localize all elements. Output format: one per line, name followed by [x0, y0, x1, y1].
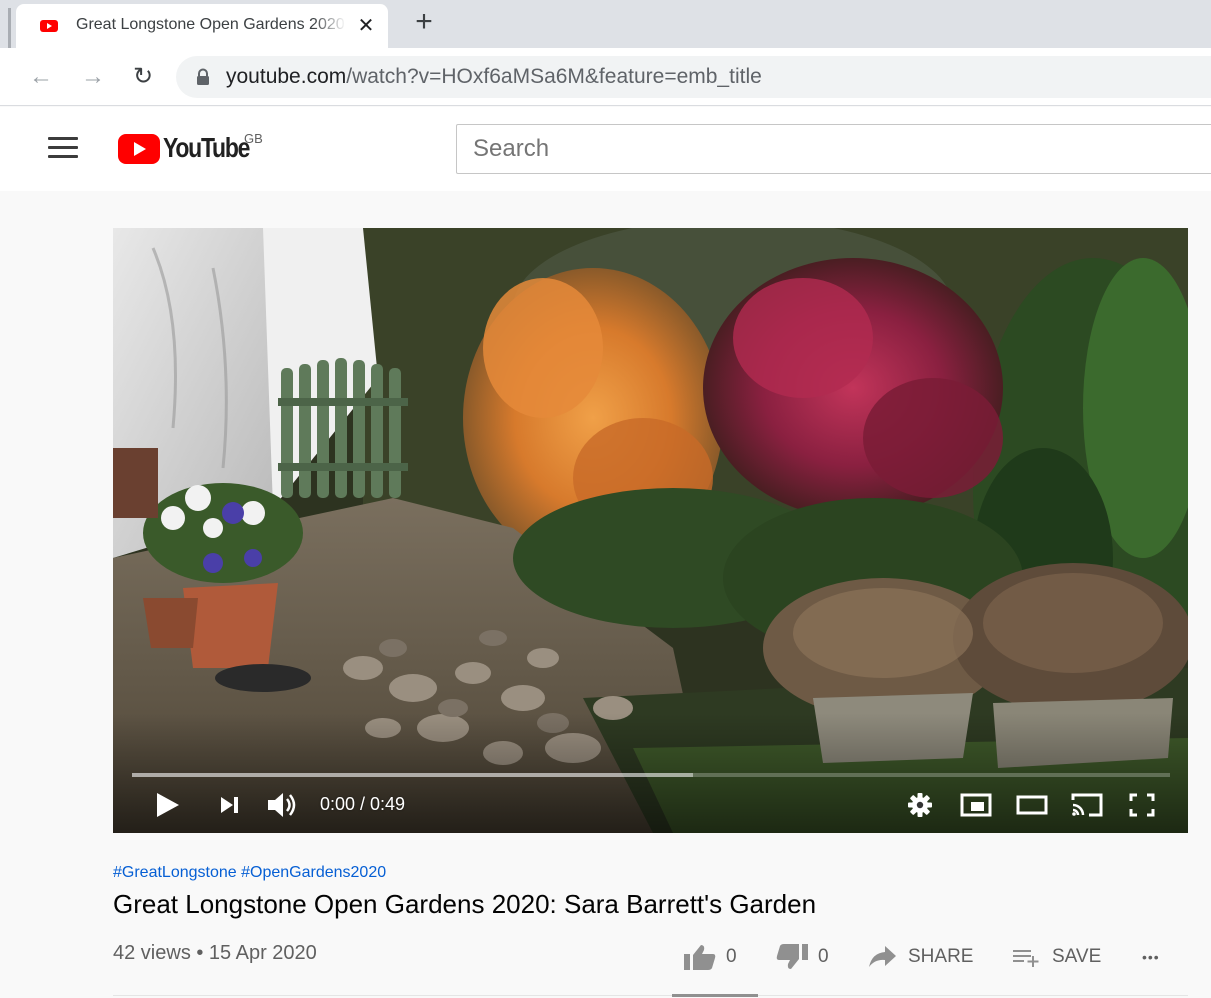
hashtag-link[interactable]: #OpenGardens2020 [241, 864, 386, 881]
address-bar[interactable]: youtube.com/watch?v=HOxf6aMSa6M&feature=… [176, 56, 1211, 98]
lock-icon[interactable] [196, 68, 210, 86]
reload-icon[interactable]: ↻ [128, 62, 158, 92]
url-host: youtube.com [226, 65, 347, 88]
video-title: Great Longstone Open Gardens 2020: Sara … [113, 889, 817, 919]
play-icon [157, 793, 179, 817]
miniplayer-icon [960, 793, 992, 817]
youtube-favicon-icon [40, 20, 58, 32]
share-button[interactable]: SHARE [868, 940, 973, 974]
share-label: SHARE [908, 946, 974, 967]
thumbs-down-icon [776, 944, 808, 969]
forward-arrow-icon[interactable]: → [78, 62, 108, 92]
hashtag-link[interactable]: #GreatLongstone [113, 864, 237, 881]
youtube-masthead: YouTube GB [0, 107, 1211, 191]
progress-bar[interactable] [132, 773, 1170, 777]
time-display: 0:00 / 0:49 [320, 794, 406, 814]
search-input[interactable] [457, 125, 1211, 173]
cast-icon [1071, 793, 1103, 817]
back-arrow-icon[interactable]: ← [26, 62, 56, 92]
thumbs-up-icon [684, 945, 716, 970]
save-label: SAVE [1052, 946, 1102, 967]
address-url[interactable]: youtube.com/watch?v=HOxf6aMSa6M&feature=… [226, 65, 762, 89]
share-arrow-icon [869, 946, 896, 967]
more-actions-button[interactable]: ••• [1142, 940, 1160, 974]
playlist-add-icon [1013, 950, 1039, 967]
dislike-count: 0 [818, 946, 829, 967]
guide-menu-icon[interactable] [48, 137, 78, 159]
new-tab-button[interactable]: + [408, 6, 440, 38]
previous-tab-edge[interactable] [8, 8, 11, 48]
next-icon [221, 797, 238, 813]
browser-tab-strip: Great Longstone Open Gardens 2020: Sara … [0, 0, 1211, 48]
view-count-date: 42 views • 15 Apr 2020 [113, 942, 317, 964]
fullscreen-icon [1129, 793, 1155, 817]
miniplayer-button[interactable] [959, 788, 993, 822]
sentiment-bar [672, 994, 758, 997]
settings-icon [908, 793, 932, 817]
theater-mode-button[interactable] [1015, 788, 1049, 822]
search-box[interactable] [456, 124, 1211, 174]
youtube-logo-icon[interactable] [118, 134, 160, 164]
theater-mode-icon [1016, 795, 1048, 815]
tab-close-icon[interactable]: ✕ [352, 12, 380, 40]
cast-button[interactable] [1069, 788, 1105, 822]
fullscreen-button[interactable] [1125, 788, 1159, 822]
save-button[interactable]: SAVE [1012, 940, 1101, 974]
settings-button[interactable] [905, 788, 935, 822]
tab-title: Great Longstone Open Gardens 2020: Sara … [76, 16, 346, 33]
like-count: 0 [726, 946, 737, 967]
like-button[interactable]: 0 [684, 940, 737, 974]
next-button[interactable] [217, 788, 243, 822]
mute-button[interactable] [265, 788, 301, 822]
progress-loaded [132, 773, 693, 777]
hashtag-list: #GreatLongstone #OpenGardens2020 [113, 864, 386, 882]
volume-icon [268, 793, 296, 817]
more-options-icon: ••• [1142, 949, 1160, 965]
video-player[interactable]: 0:00 / 0:49 [113, 228, 1188, 833]
play-button[interactable] [153, 788, 183, 822]
dislike-button[interactable]: 0 [776, 940, 829, 974]
sentiment-bar-track [113, 995, 1188, 996]
country-code: GB [244, 131, 263, 146]
browser-toolbar: ← → ↻ youtube.com/watch?v=HOxf6aMSa6M&fe… [0, 48, 1211, 106]
url-path: /watch?v=HOxf6aMSa6M&feature=emb_title [346, 65, 762, 88]
youtube-logo-text[interactable]: YouTube [163, 132, 250, 164]
browser-tab-active[interactable]: Great Longstone Open Gardens 2020: Sara … [16, 4, 388, 48]
